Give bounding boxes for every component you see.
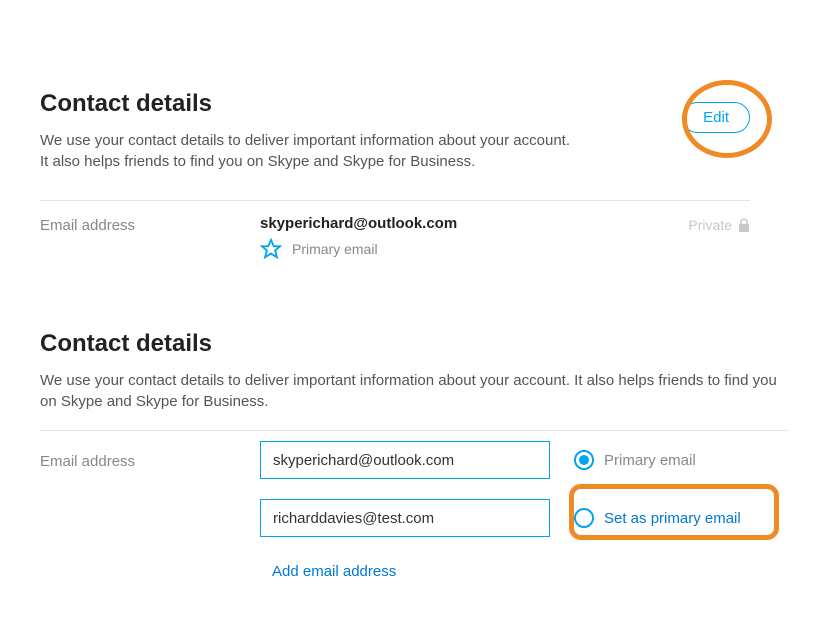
privacy-indicator: Private	[688, 215, 750, 233]
star-icon	[260, 238, 282, 260]
primary-radio-group-2: Set as primary email	[574, 508, 741, 528]
email-value: skyperichard@outlook.com	[260, 215, 688, 232]
email-row: Email address skyperichard@outlook.com P…	[40, 201, 750, 260]
page-title: Contact details	[40, 330, 789, 358]
contact-details-readonly: Contact details We use your contact deta…	[0, 0, 790, 260]
privacy-label: Private	[688, 217, 732, 233]
email-edit-row: Set as primary email	[40, 489, 789, 547]
field-label: Email address	[40, 451, 260, 470]
primary-email-indicator: Primary email	[260, 238, 688, 260]
primary-radio-group-1: Primary email	[574, 450, 696, 470]
lock-icon	[738, 218, 750, 232]
field-label: Email address	[40, 215, 260, 234]
email-input-1[interactable]	[260, 441, 550, 479]
page-title: Contact details	[40, 90, 750, 118]
radio-label: Primary email	[604, 452, 696, 469]
email-edit-row: Email address Primary email	[40, 431, 789, 489]
set-primary-email-radio[interactable]	[574, 508, 594, 528]
add-email-link[interactable]: Add email address	[260, 547, 396, 580]
field-label-empty	[40, 517, 260, 519]
primary-email-radio-selected[interactable]	[574, 450, 594, 470]
edit-button[interactable]: Edit	[682, 102, 750, 133]
primary-email-label: Primary email	[292, 241, 378, 257]
contact-details-edit: Contact details We use your contact deta…	[0, 260, 829, 581]
field-value: skyperichard@outlook.com Primary email	[260, 215, 688, 260]
contact-details-description: We use your contact details to deliver i…	[40, 130, 580, 172]
contact-details-description: We use your contact details to deliver i…	[40, 370, 789, 412]
email-input-2[interactable]	[260, 499, 550, 537]
radio-label-link[interactable]: Set as primary email	[604, 510, 741, 527]
